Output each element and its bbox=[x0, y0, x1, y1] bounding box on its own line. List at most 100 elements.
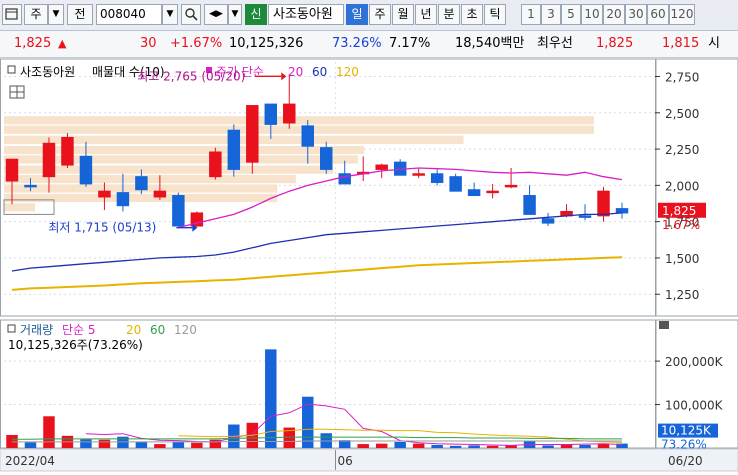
market-dropdown-icon[interactable]: ▼ bbox=[48, 4, 64, 25]
price-legend-period: 60 bbox=[312, 65, 327, 79]
price-tick-label: 2,250 bbox=[665, 143, 699, 157]
volume-bar bbox=[24, 442, 37, 448]
search-icon[interactable] bbox=[181, 4, 201, 25]
candle-body bbox=[135, 176, 148, 191]
price-legend-period: 20 bbox=[288, 65, 303, 79]
minute-preset-button[interactable]: 120 bbox=[669, 4, 695, 25]
minute-preset-button[interactable]: 10 bbox=[581, 4, 603, 25]
nav-arrows-icon[interactable]: ◀▶ bbox=[204, 4, 228, 25]
volume-tick-label: 200,000K bbox=[665, 355, 724, 369]
candle-body bbox=[42, 142, 56, 178]
turnover-rate: 7.17% bbox=[389, 36, 431, 51]
high-arrow-icon bbox=[281, 72, 287, 81]
best-bid: 1,815 bbox=[662, 36, 700, 51]
nav-dropdown-icon[interactable]: ▼ bbox=[228, 4, 242, 25]
high-annotation: 최고 2,765 (05/20) bbox=[137, 69, 245, 83]
candle-body bbox=[615, 208, 629, 214]
volume-ratio: 73.26% bbox=[332, 36, 382, 51]
volume-bar bbox=[135, 441, 148, 448]
minute-preset-button[interactable]: 30 bbox=[625, 4, 647, 25]
period-tab[interactable]: 틱 bbox=[484, 4, 506, 25]
x-axis-label: 06 bbox=[337, 454, 352, 468]
volume-profile-bar bbox=[4, 203, 36, 212]
volume-bar bbox=[43, 416, 55, 448]
volume-bar bbox=[394, 441, 406, 448]
volume-bar bbox=[431, 444, 443, 448]
period-tab[interactable]: 월 bbox=[392, 4, 414, 25]
price-legend-name: 사조동아원 bbox=[20, 65, 75, 79]
volume-bar bbox=[265, 349, 277, 448]
minute-preset-button[interactable]: 60 bbox=[647, 4, 669, 25]
candle-body bbox=[467, 189, 481, 197]
volume-bar bbox=[357, 444, 369, 448]
minute-preset-button[interactable]: 3 bbox=[541, 4, 561, 25]
period-tab[interactable]: 분 bbox=[438, 4, 460, 25]
price-tick-label: 2,500 bbox=[665, 107, 699, 121]
volume-tick-label: 100,000K bbox=[665, 399, 724, 413]
candle-body bbox=[116, 192, 130, 207]
volume-legend-period: 60 bbox=[150, 323, 165, 337]
candle-body bbox=[523, 195, 536, 215]
price-tick-label: 2,750 bbox=[665, 71, 699, 85]
candle-body bbox=[597, 190, 610, 217]
ask-label: 최우선 bbox=[537, 36, 573, 51]
x-axis-label: 2022/04 bbox=[5, 454, 55, 468]
candle-body bbox=[338, 173, 351, 185]
x-axis-label: 06/20 bbox=[668, 454, 703, 468]
period-tab[interactable]: 일 bbox=[346, 4, 368, 25]
volume-bar bbox=[172, 441, 185, 448]
prev-button[interactable]: 전 bbox=[67, 4, 93, 25]
layout-icon[interactable] bbox=[2, 4, 22, 25]
candle-body bbox=[246, 105, 259, 163]
candle-body bbox=[541, 218, 555, 224]
credit-badge[interactable]: 신 bbox=[245, 4, 267, 25]
minute-preset-button[interactable]: 5 bbox=[561, 4, 581, 25]
candle-body bbox=[24, 184, 37, 188]
volume-bar bbox=[375, 443, 388, 448]
minute-preset-button[interactable]: 20 bbox=[603, 4, 625, 25]
period-tab[interactable]: 초 bbox=[461, 4, 483, 25]
candle-body bbox=[79, 155, 93, 185]
volume-bar bbox=[154, 444, 166, 448]
code-dropdown-icon[interactable]: ▼ bbox=[162, 4, 178, 25]
current-price: 1,825 bbox=[14, 36, 52, 51]
more-label: 시 bbox=[708, 36, 720, 51]
volume-bar bbox=[412, 443, 425, 448]
trade-amount: 18,540백만 bbox=[455, 36, 525, 51]
period-tab[interactable]: 년 bbox=[415, 4, 437, 25]
volume-bar bbox=[80, 439, 92, 448]
candle-body bbox=[412, 173, 425, 176]
volume-bar bbox=[468, 445, 480, 448]
market-select[interactable]: 주 bbox=[24, 4, 48, 25]
toolbar: 주 ▼ 전 008040 ▼ ◀▶ ▼ 신 사조동아원 일 주 월 년 분 초 틱 1 3 5 10… bbox=[0, 0, 738, 31]
candle-body bbox=[375, 164, 388, 170]
candle-body bbox=[5, 158, 19, 182]
stock-code-input[interactable]: 008040 bbox=[96, 4, 162, 25]
volume-legend-ma: 단순 5 bbox=[62, 323, 96, 337]
price-tick-label: 2,000 bbox=[665, 179, 699, 193]
candle-body bbox=[153, 190, 167, 198]
chart-area[interactable]: 1,250 1,500 1,750 2,000 2,250 2,500 2,750 100,0… bbox=[0, 58, 738, 472]
last-volume-text: 10,125K bbox=[661, 424, 712, 438]
minute-preset-button[interactable]: 1 bbox=[521, 4, 541, 25]
candle-body bbox=[283, 103, 296, 124]
volume-bar bbox=[98, 439, 111, 448]
price-legend-period: 120 bbox=[336, 65, 359, 79]
low-annotation: 최저 1,715 (05/13) bbox=[48, 221, 156, 235]
volume-legend-period: 20 bbox=[126, 323, 141, 337]
volume-legend-name: 거래량 bbox=[20, 323, 53, 337]
change-rate: +1.67% bbox=[170, 36, 223, 51]
candle-body bbox=[320, 147, 333, 170]
candle-body bbox=[98, 190, 111, 198]
legend-square-icon bbox=[7, 65, 16, 74]
candle-body bbox=[172, 195, 185, 227]
price-tick-label: 1,500 bbox=[665, 252, 699, 266]
stock-chart[interactable]: 1,2501,5001,7502,0002,2502,5002,750100,0… bbox=[0, 58, 738, 472]
last-price-text: 1,825 bbox=[662, 204, 696, 218]
legend-square-icon bbox=[7, 324, 16, 333]
market-label: 주 bbox=[30, 7, 42, 21]
stock-name: 사조동아원 bbox=[268, 4, 344, 25]
quote-bar: 1,825 ▲ 30 +1.67% 10,125,326 73.26% 7.17… bbox=[0, 31, 738, 58]
volume-bar bbox=[579, 444, 591, 448]
period-tab[interactable]: 주 bbox=[369, 4, 391, 25]
